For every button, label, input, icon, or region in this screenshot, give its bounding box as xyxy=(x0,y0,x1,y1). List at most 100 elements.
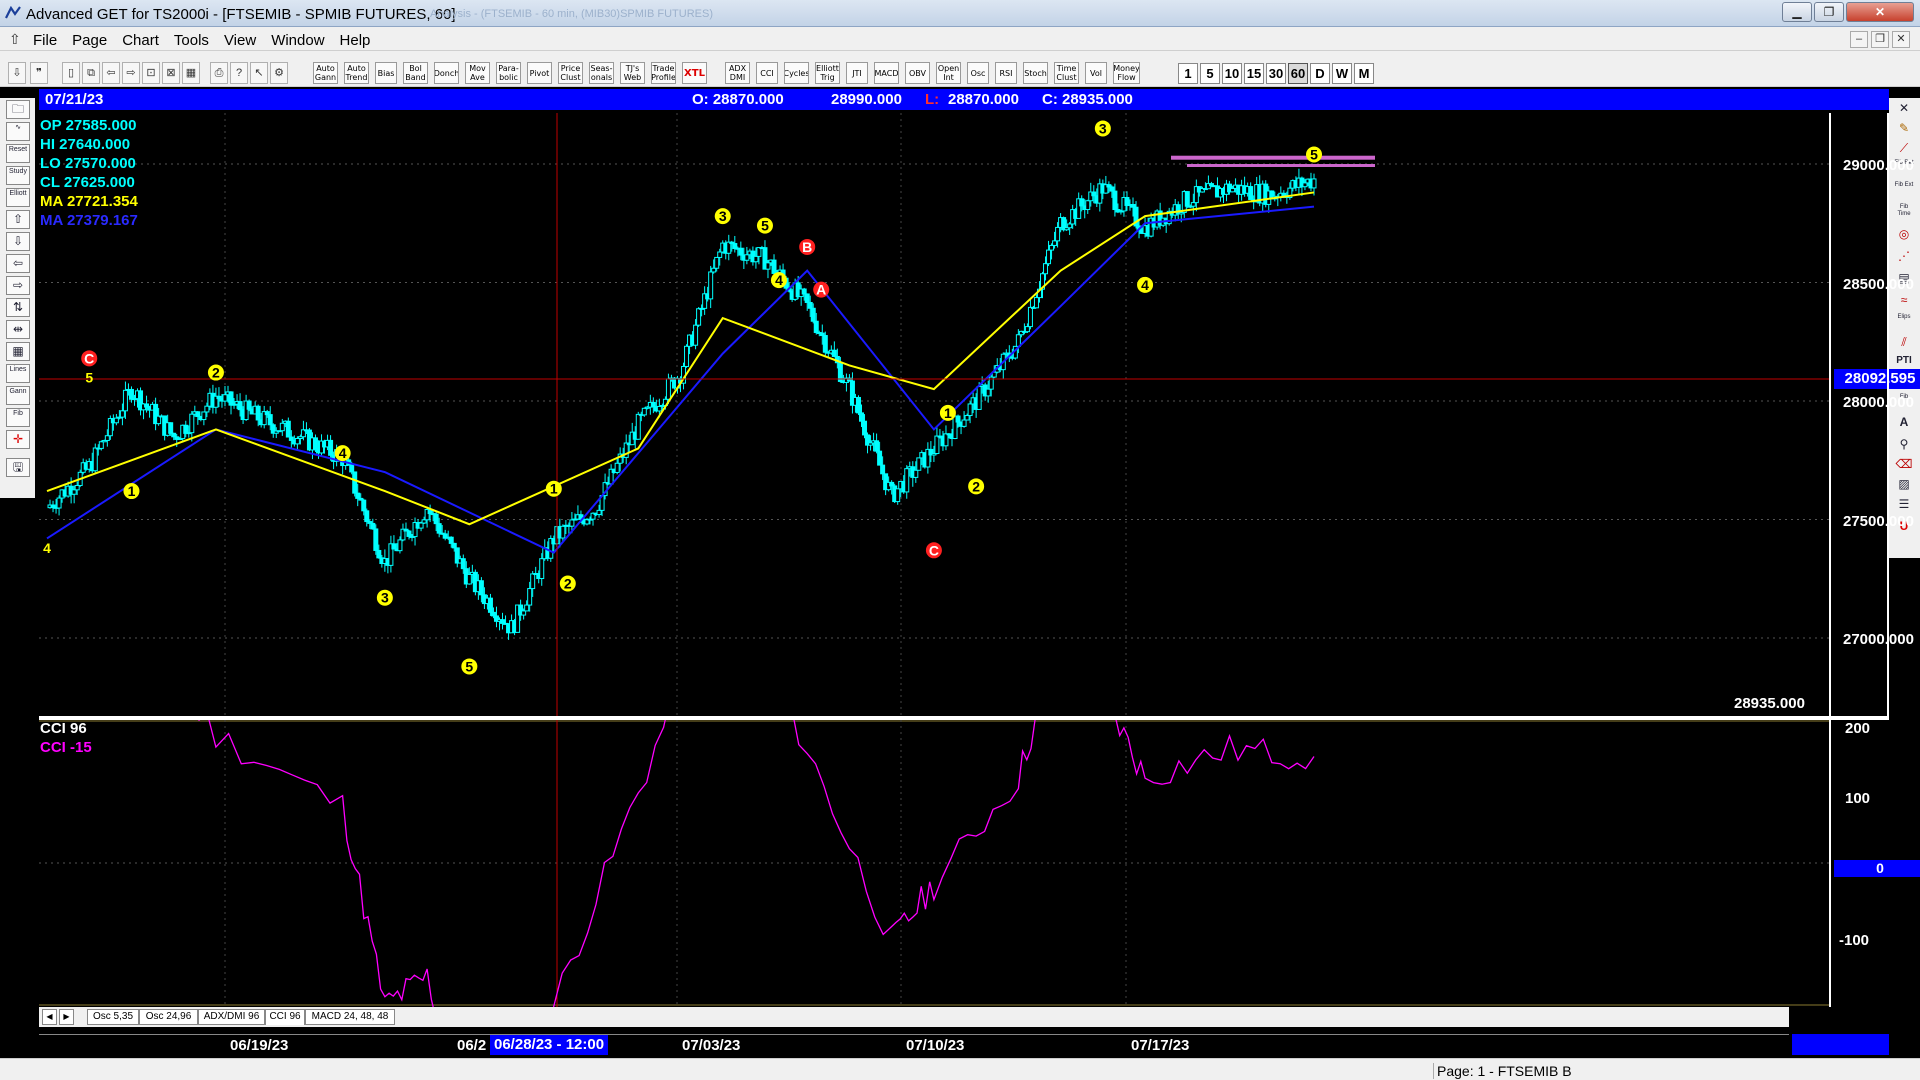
document-icon[interactable]: ⇧ xyxy=(9,31,21,48)
study-button-rsi[interactable]: RSI xyxy=(995,62,1017,84)
timeframe-button-15[interactable]: 15 xyxy=(1244,63,1264,84)
tab-adx-dmi-96[interactable]: ADX/DMI 96 xyxy=(198,1009,265,1025)
tab-osc-24-96[interactable]: Osc 24,96 xyxy=(139,1009,198,1025)
tab-next-button[interactable]: ▶ xyxy=(59,1009,74,1025)
eraser-icon[interactable]: ⌫ xyxy=(1893,456,1915,473)
arrow-left-icon[interactable]: ⇦ xyxy=(6,254,30,273)
magnifier-icon[interactable]: ⚲ xyxy=(1893,436,1915,453)
ellipse-tool[interactable]: Elips xyxy=(1893,314,1915,331)
menu-help[interactable]: Help xyxy=(340,32,378,49)
study-button-elliott-trig[interactable]: Elliott Trig xyxy=(815,62,840,84)
gann-tool[interactable]: Gann xyxy=(6,386,30,405)
study-button-obv[interactable]: OBV xyxy=(905,62,930,84)
tab-osc-5-35[interactable]: Osc 5,35 xyxy=(87,1009,139,1025)
elliott-tool[interactable]: Elliott xyxy=(6,188,30,207)
study-button-mov-ave[interactable]: Mov Ave xyxy=(465,62,490,84)
menu-view[interactable]: View xyxy=(224,32,263,49)
timeframe-button-30[interactable]: 30 xyxy=(1266,63,1286,84)
study-button-vol[interactable]: Vol xyxy=(1085,62,1107,84)
study-button-bias[interactable]: Bias xyxy=(375,62,397,84)
trendline-icon[interactable]: ⟋ xyxy=(1893,140,1915,157)
scroll-left-icon[interactable]: ⇦ xyxy=(102,62,120,84)
study-tool[interactable]: Study xyxy=(6,166,30,185)
lines-tool[interactable]: Lines xyxy=(6,364,30,383)
layers-icon[interactable]: ▨ xyxy=(1893,476,1915,493)
menu-chart[interactable]: Chart xyxy=(122,32,166,49)
mdi-minimize-button[interactable]: – xyxy=(1850,31,1868,48)
compress-icon[interactable]: ⇅ xyxy=(6,298,30,317)
timeframe-button-10[interactable]: 10 xyxy=(1222,63,1242,84)
tab-macd[interactable]: MACD 24, 48, 48 xyxy=(305,1009,395,1025)
study-button-jti[interactable]: JTI xyxy=(846,62,868,84)
zoom-icon[interactable]: ⊡ xyxy=(142,62,160,84)
context-help-icon[interactable]: ↖ xyxy=(250,62,268,84)
menu-window[interactable]: Window xyxy=(271,32,331,49)
menu-page[interactable]: Page xyxy=(72,32,114,49)
maximize-button[interactable]: ❐ xyxy=(1814,2,1844,22)
study-button-money-flow[interactable]: Money Flow xyxy=(1113,62,1140,84)
close-button[interactable]: ✕ xyxy=(1846,2,1914,22)
cci-chart[interactable] xyxy=(39,720,1829,1007)
study-button-bol-band[interactable]: Bol Band xyxy=(403,62,428,84)
study-button-price-clust[interactable]: Price Clust xyxy=(558,62,583,84)
study-button-cycles[interactable]: Cycles xyxy=(784,62,809,84)
fib-tool[interactable]: Fib xyxy=(6,408,30,427)
save-icon[interactable]: 🖫 xyxy=(6,458,30,477)
fib-extension-tool[interactable]: Fib Ext xyxy=(1893,182,1915,199)
study-button-auto-trend[interactable]: Auto Trend xyxy=(344,62,369,84)
study-button-xtl[interactable]: XTL xyxy=(682,62,707,84)
study-button-macd[interactable]: MACD xyxy=(874,62,899,84)
timeframe-button-60[interactable]: 60 xyxy=(1288,63,1308,84)
study-button-para-bolic[interactable]: Para-bolic xyxy=(496,62,521,84)
arrow-down-icon[interactable]: ⇩ xyxy=(6,232,30,251)
grid-icon[interactable]: ▦ xyxy=(6,342,30,361)
mdi-close-button[interactable]: ✕ xyxy=(1892,31,1910,48)
menu-file[interactable]: File xyxy=(33,32,64,49)
tab-prev-button[interactable]: ◀ xyxy=(42,1009,57,1025)
mdi-restore-button[interactable]: ❐ xyxy=(1871,31,1889,48)
arrow-tool-icon[interactable]: ⇩ xyxy=(8,62,26,84)
open-folder-icon[interactable]: 🗀 xyxy=(6,100,30,119)
elliott-wave-tool[interactable]: ∿ xyxy=(6,122,30,141)
settings-icon[interactable]: ⚙ xyxy=(270,62,288,84)
study-button-pivot[interactable]: Pivot xyxy=(527,62,552,84)
price-chart-panel[interactable]: 4 5 C 1 2 4 3 5 1 2 3 5 4 B A C 1 2 3 4 5 OP 27585.000 HI 27… xyxy=(39,113,1920,716)
text-tool[interactable]: A xyxy=(1893,414,1915,431)
study-button-time-clust[interactable]: Time Clust xyxy=(1054,62,1079,84)
cross-icon[interactable]: ⊠ xyxy=(162,62,180,84)
fan-icon[interactable]: ⋰ xyxy=(1893,248,1915,265)
minimize-button[interactable]: ▁ xyxy=(1782,2,1812,22)
pti-tool[interactable]: PTI xyxy=(1893,352,1915,369)
study-button-adx-dmi[interactable]: ADX DMI xyxy=(725,62,750,84)
study-button-auto-gann[interactable]: Auto Gann xyxy=(313,62,338,84)
study-button-osc[interactable]: Osc xyxy=(967,62,989,84)
study-button-open-int[interactable]: Open Int xyxy=(936,62,961,84)
print-icon[interactable]: ⎙ xyxy=(210,62,228,84)
timeframe-button-1[interactable]: 1 xyxy=(1178,63,1198,84)
arrow-right-icon[interactable]: ⇨ xyxy=(6,276,30,295)
study-button-trade-profile[interactable]: Trade Profile xyxy=(651,62,676,84)
expand-icon[interactable]: ⇹ xyxy=(6,320,30,339)
timeframe-button-m[interactable]: M xyxy=(1354,63,1374,84)
list-icon[interactable]: ☰ xyxy=(1893,496,1915,513)
grid-icon[interactable]: ▦ xyxy=(182,62,200,84)
timeframe-button-5[interactable]: 5 xyxy=(1200,63,1220,84)
close-tool-icon[interactable]: ✕ xyxy=(1893,100,1915,117)
study-button-cci[interactable]: CCI xyxy=(756,62,778,84)
cycle-icon[interactable]: ≈ xyxy=(1893,292,1915,309)
copy-icon[interactable]: ⧉ xyxy=(82,62,100,84)
tab-cci-96[interactable]: CCI 96 xyxy=(265,1009,305,1025)
study-button-stoch[interactable]: Stoch xyxy=(1023,62,1048,84)
menu-tools[interactable]: Tools xyxy=(174,32,216,49)
channel-icon[interactable]: ⫽ xyxy=(1893,334,1915,351)
new-chart-icon[interactable]: ▯ xyxy=(62,62,80,84)
help-icon[interactable]: ? xyxy=(230,62,248,84)
pencil-icon[interactable]: ✎ xyxy=(1893,120,1915,137)
spiral-icon[interactable]: ◎ xyxy=(1893,226,1915,243)
arrow-up-icon[interactable]: ⇧ xyxy=(6,210,30,229)
scroll-right-icon[interactable]: ⇨ xyxy=(122,62,140,84)
fib-time-tool[interactable]: Fib Time xyxy=(1893,204,1915,221)
study-button-donch[interactable]: Donch xyxy=(434,62,459,84)
timeframe-button-d[interactable]: D xyxy=(1310,63,1330,84)
study-button-tj-s-web[interactable]: TJ's Web xyxy=(620,62,645,84)
